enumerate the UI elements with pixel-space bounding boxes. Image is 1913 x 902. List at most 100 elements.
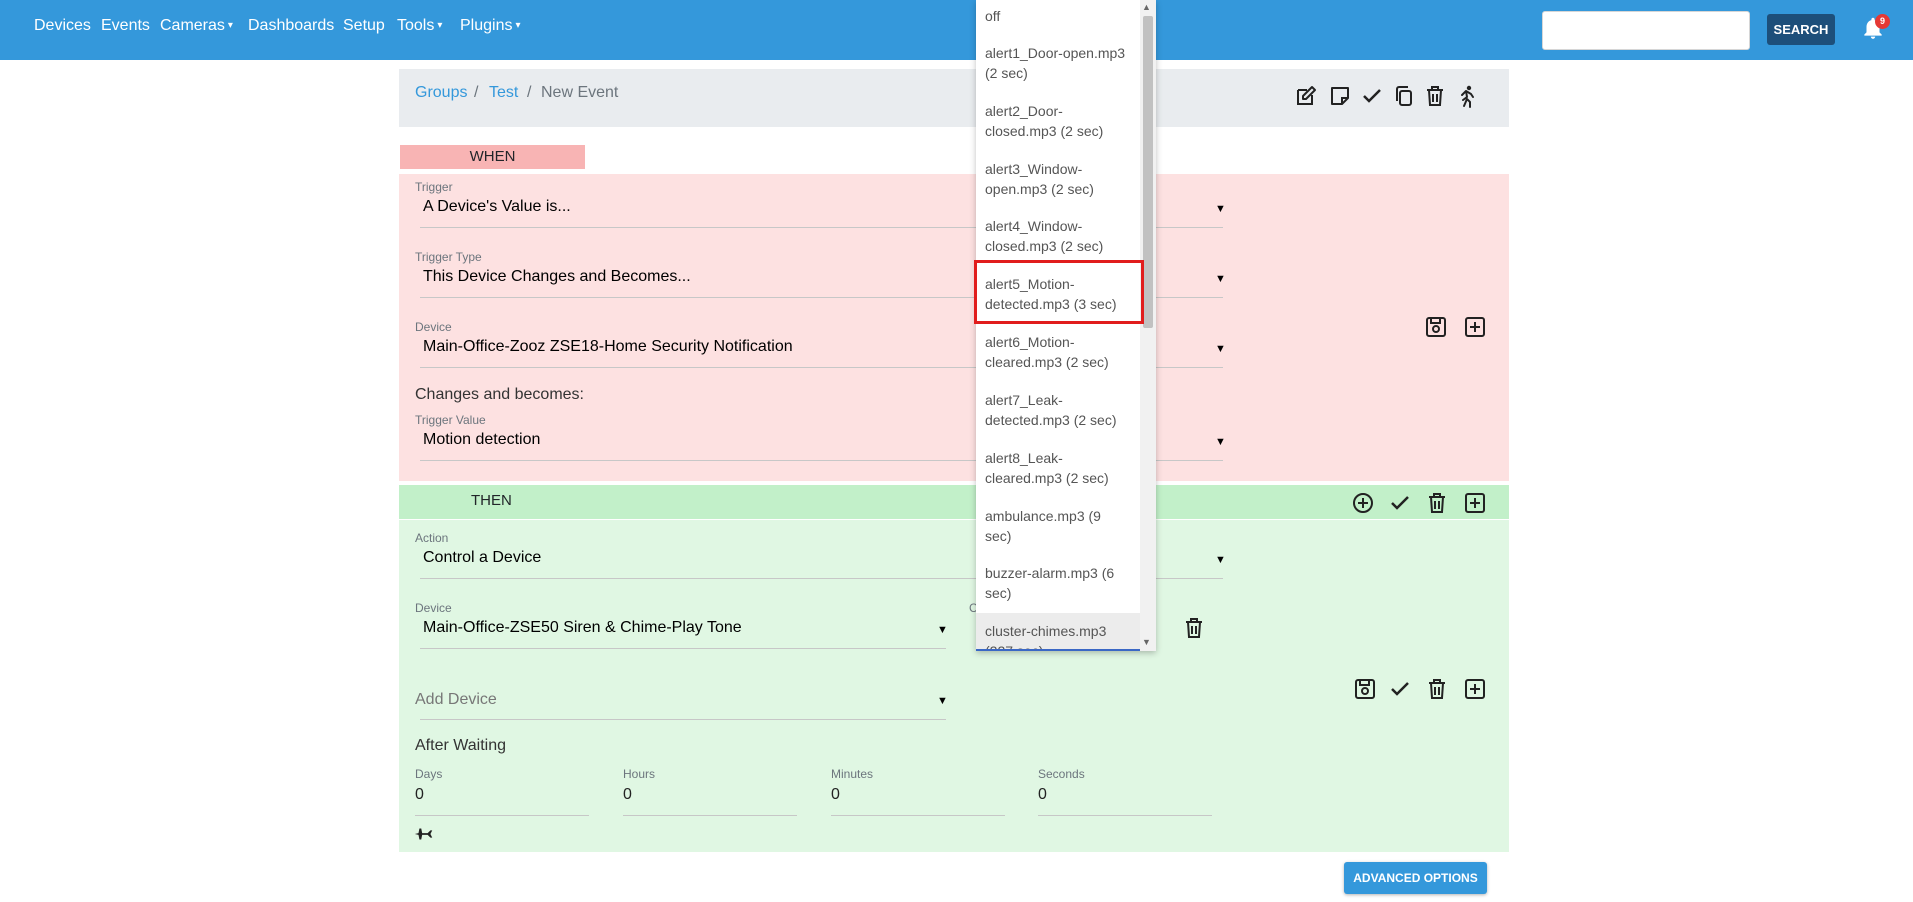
trigger-value-label: Trigger Value	[415, 413, 486, 427]
save-icon[interactable]	[1353, 677, 1377, 701]
trash-icon[interactable]	[1182, 616, 1206, 640]
action-label: Action	[415, 531, 449, 545]
hours-input[interactable]: 0	[623, 785, 632, 805]
dropdown-option-line: cleared.mp3 (2 sec)	[985, 470, 1109, 486]
copy-icon[interactable]	[1392, 84, 1416, 108]
changes-and-becomes-text: Changes and becomes:	[415, 386, 584, 403]
days-input[interactable]: 0	[415, 785, 424, 805]
advanced-options-button[interactable]: ADVANCED OPTIONS	[1344, 862, 1487, 894]
select-arrow-icon: ▼	[1215, 554, 1226, 566]
seconds-input[interactable]: 0	[1038, 785, 1047, 805]
dropdown-option-line: alert8_Leak-	[985, 450, 1063, 466]
sound-dropdown-list[interactable]: off alert1_Door-open.mp3 (2 sec) alert2_Doo…	[976, 0, 1156, 651]
check-icon[interactable]	[1388, 491, 1412, 515]
dropdown-option-line: closed.mp3 (2 sec)	[985, 238, 1104, 254]
nav-dashboards[interactable]: Dashboards	[248, 16, 334, 36]
dropdown-option-line: alert4_Window-	[985, 218, 1083, 234]
dropdown-option[interactable]: alert6_Motion-cleared.mp3 (2 sec)	[976, 332, 1140, 372]
trigger-type-label: Trigger Type	[415, 250, 482, 264]
check-icon[interactable]	[1360, 84, 1384, 108]
trash-icon[interactable]	[1425, 677, 1449, 701]
field-underline	[415, 815, 589, 816]
chevron-down-icon: ▾	[437, 20, 443, 31]
add-circle-icon[interactable]	[1351, 491, 1375, 515]
select-arrow-icon: ▼	[1215, 436, 1226, 448]
run-icon[interactable]	[1455, 84, 1479, 108]
action-select[interactable]: Control a Device	[423, 548, 541, 568]
field-underline	[420, 648, 946, 649]
nav-events[interactable]: Events	[101, 16, 150, 36]
save-icon[interactable]	[1424, 315, 1448, 339]
check-icon[interactable]	[1388, 677, 1412, 701]
dropdown-option[interactable]: alert7_Leak-detected.mp3 (2 sec)	[976, 390, 1140, 430]
dropdown-option[interactable]: buzzer-alarm.mp3 (6 sec)	[976, 563, 1140, 603]
nav-setup[interactable]: Setup	[343, 16, 385, 36]
trash-icon[interactable]	[1425, 491, 1449, 515]
select-arrow-icon: ▼	[1215, 273, 1226, 285]
field-underline	[831, 815, 1005, 816]
nav-tools[interactable]: Tools ▾	[397, 16, 442, 36]
dropdown-option-line: closed.mp3 (2 sec)	[985, 123, 1104, 139]
trigger-type-select[interactable]: This Device Changes and Becomes...	[423, 267, 691, 287]
dropdown-option-line: alert3_Window-	[985, 161, 1083, 177]
trash-icon[interactable]	[1423, 84, 1447, 108]
dropdown-option-line: cluster-chimes.mp3	[985, 623, 1107, 639]
add-square-icon[interactable]	[1463, 677, 1487, 701]
edit-icon[interactable]	[1294, 84, 1318, 108]
dropdown-option-line: open.mp3 (2 sec)	[985, 181, 1094, 197]
trigger-value-select[interactable]: Motion detection	[423, 430, 540, 450]
nav-devices[interactable]: Devices	[34, 16, 91, 36]
dropdown-option[interactable]: ambulance.mp3 (9 sec)	[976, 506, 1140, 546]
hours-label: Hours	[623, 767, 656, 781]
dropdown-option[interactable]: cluster-chimes.mp3 (227 sec)	[976, 613, 1140, 649]
minutes-label: Minutes	[831, 767, 874, 781]
when-label: WHEN	[400, 145, 585, 169]
dropdown-option[interactable]: off	[976, 6, 1140, 26]
field-underline	[623, 815, 797, 816]
dropdown-option[interactable]: alert8_Leak-cleared.mp3 (2 sec)	[976, 448, 1140, 488]
add-square-icon[interactable]	[1463, 315, 1487, 339]
dropdown-option-line: buzzer-alarm.mp3 (6	[985, 565, 1115, 581]
days-label: Days	[415, 767, 443, 781]
chevron-down-icon: ▾	[227, 20, 233, 31]
seconds-label: Seconds	[1038, 767, 1085, 781]
dropdown-option-line: alert7_Leak-	[985, 392, 1063, 408]
airplane-icon[interactable]	[413, 823, 435, 845]
minutes-input[interactable]: 0	[831, 785, 840, 805]
breadcrumb-test[interactable]: Test	[489, 83, 518, 103]
search-input[interactable]	[1542, 11, 1750, 50]
search-button[interactable]: SEARCH	[1767, 14, 1835, 45]
select-arrow-icon: ▼	[1215, 343, 1226, 355]
then-device-select[interactable]: Main-Office-ZSE50 Siren & Chime-Play Ton…	[423, 618, 742, 638]
device-select[interactable]: Main-Office-Zooz ZSE18-Home Security Not…	[423, 337, 793, 357]
nav-plugins[interactable]: Plugins ▾	[460, 16, 521, 36]
dropdown-option-line: (2 sec)	[985, 65, 1028, 81]
dropdown-option[interactable]: alert2_Door-closed.mp3 (2 sec)	[976, 101, 1140, 141]
then-device-label: Device	[415, 601, 452, 615]
note-icon[interactable]	[1328, 84, 1352, 108]
then-panel	[399, 520, 1509, 852]
dropdown-option[interactable]: alert4_Window-closed.mp3 (2 sec)	[976, 216, 1140, 256]
dropdown-option-line: off	[985, 8, 1001, 24]
scroll-up-icon[interactable]: ▲	[1142, 2, 1151, 12]
select-arrow-icon: ▼	[937, 624, 948, 636]
dropdown-option[interactable]: alert3_Window-open.mp3 (2 sec)	[976, 159, 1140, 199]
dropdown-option-line: cleared.mp3 (2 sec)	[985, 354, 1109, 370]
dropdown-option-line: alert2_Door-	[985, 103, 1063, 119]
trigger-select[interactable]: A Device's Value is...	[423, 197, 571, 217]
dropdown-scroll-thumb[interactable]	[1143, 16, 1153, 328]
device-label: Device	[415, 320, 452, 334]
nav-cameras[interactable]: Cameras ▾	[160, 16, 233, 36]
breadcrumb-groups[interactable]: Groups	[415, 83, 467, 103]
dropdown-option-line: sec)	[985, 528, 1012, 544]
dropdown-option[interactable]: alert1_Door-open.mp3 (2 sec)	[976, 43, 1140, 83]
dropdown-option-line: sec)	[985, 585, 1012, 601]
trigger-label: Trigger	[415, 180, 453, 194]
field-underline	[1038, 815, 1212, 816]
select-arrow-icon: ▼	[1215, 203, 1226, 215]
scroll-down-icon[interactable]: ▼	[1142, 637, 1151, 647]
breadcrumb-current: New Event	[541, 84, 619, 101]
field-underline	[420, 719, 946, 720]
add-square-icon[interactable]	[1463, 491, 1487, 515]
add-device-select[interactable]: Add Device	[415, 690, 497, 710]
